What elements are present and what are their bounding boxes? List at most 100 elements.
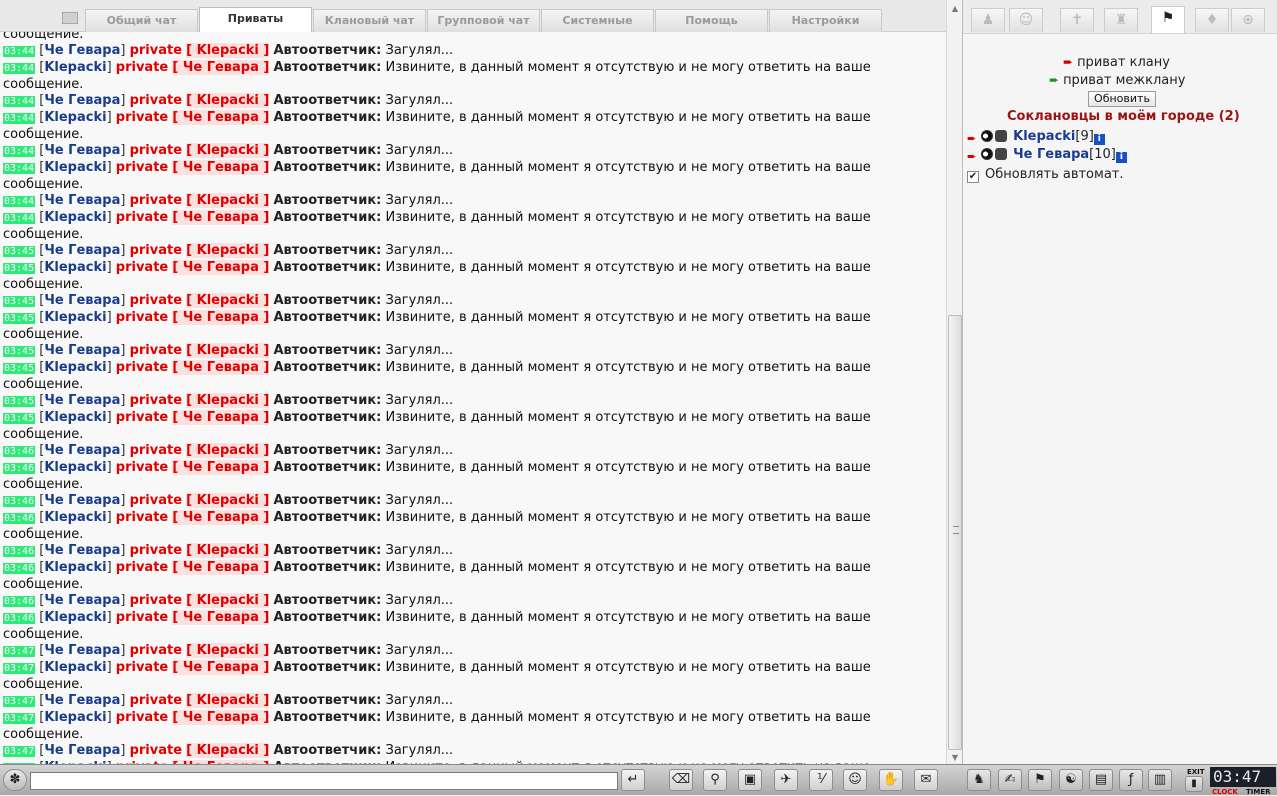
- door-icon[interactable]: ▥: [1148, 769, 1172, 791]
- recipient-tag[interactable]: [ Че Гевара ]: [172, 310, 270, 325]
- recipient-tag[interactable]: [ Klepacki ]: [186, 293, 270, 308]
- private-label[interactable]: private: [116, 310, 168, 325]
- sender-nick[interactable]: Klepacki: [44, 460, 106, 475]
- scroll-icon[interactable]: ✍: [998, 769, 1022, 791]
- sender-nick[interactable]: Klepacki: [44, 110, 106, 125]
- scroll-up-icon[interactable]: ▲: [949, 3, 961, 15]
- private-label[interactable]: private: [130, 193, 182, 208]
- private-label[interactable]: private: [116, 160, 168, 175]
- sender-nick[interactable]: Че Гевара: [44, 293, 120, 308]
- recipient-tag[interactable]: [ Klepacki ]: [186, 393, 270, 408]
- recipient-nick[interactable]: Че Гевара: [183, 660, 259, 675]
- send-icon[interactable]: ↵: [621, 769, 645, 791]
- recipient-nick[interactable]: Че Гевара: [183, 710, 259, 725]
- private-label[interactable]: private: [130, 43, 182, 58]
- recipient-nick[interactable]: Klepacki: [197, 393, 259, 408]
- recipient-tag[interactable]: [ Klepacki ]: [186, 643, 270, 658]
- recipient-tag[interactable]: [ Че Гевара ]: [172, 210, 270, 225]
- cross-icon[interactable]: ✝: [1060, 8, 1094, 32]
- recipient-tag[interactable]: [ Klepacki ]: [186, 593, 270, 608]
- sender-nick[interactable]: Klepacki: [44, 610, 106, 625]
- lock-icon[interactable]: ▤: [1089, 769, 1113, 791]
- sender-nick[interactable]: Klepacki: [44, 710, 106, 725]
- sender-nick[interactable]: Че Гевара: [44, 393, 120, 408]
- sender-nick[interactable]: Че Гевара: [44, 193, 120, 208]
- recipient-tag[interactable]: [ Klepacki ]: [186, 193, 270, 208]
- eraser-icon[interactable]: ⌫: [669, 769, 693, 791]
- person-icon[interactable]: ♟: [971, 8, 1005, 32]
- private-label[interactable]: private: [130, 343, 182, 358]
- recipient-tag[interactable]: [ Klepacki ]: [186, 693, 270, 708]
- recipient-nick[interactable]: Klepacki: [197, 43, 259, 58]
- sender-nick[interactable]: Че Гевара: [44, 493, 120, 508]
- globe-icon[interactable]: ⊕: [1231, 8, 1265, 32]
- recipient-nick[interactable]: Че Гевара: [183, 260, 259, 275]
- private-label[interactable]: private: [130, 743, 182, 758]
- tab-toggle-icon[interactable]: [62, 12, 78, 24]
- tab-privates[interactable]: Приваты: [199, 7, 312, 33]
- sender-nick[interactable]: Klepacki: [44, 410, 106, 425]
- recipient-nick[interactable]: Klepacki: [197, 293, 259, 308]
- recipient-nick[interactable]: Klepacki: [197, 93, 259, 108]
- recipient-tag[interactable]: [ Че Гевара ]: [172, 410, 270, 425]
- sender-nick[interactable]: Klepacki: [44, 510, 106, 525]
- sender-nick[interactable]: Klepacki: [44, 310, 106, 325]
- paw-icon[interactable]: ✽: [3, 769, 27, 791]
- private-label[interactable]: private: [130, 393, 182, 408]
- private-label[interactable]: private: [130, 93, 182, 108]
- private-label[interactable]: private: [130, 143, 182, 158]
- info-icon[interactable]: i: [1115, 152, 1127, 163]
- sender-nick[interactable]: Че Гевара: [44, 443, 120, 458]
- private-label[interactable]: private: [116, 260, 168, 275]
- private-clan-link[interactable]: ➨ приват клану: [1063, 55, 1170, 70]
- private-label[interactable]: private: [116, 510, 168, 525]
- private-label[interactable]: private: [130, 643, 182, 658]
- tab-help[interactable]: Помощь: [655, 9, 768, 32]
- recipient-tag[interactable]: [ Че Гевара ]: [172, 360, 270, 375]
- member-name[interactable]: Че Гевара: [1013, 147, 1089, 162]
- private-label[interactable]: private: [116, 660, 168, 675]
- smiley-icon[interactable]: ☺: [843, 769, 867, 791]
- sender-nick[interactable]: Klepacki: [44, 260, 106, 275]
- recipient-tag[interactable]: [ Че Гевара ]: [172, 610, 270, 625]
- recipient-nick[interactable]: Че Гевара: [183, 310, 259, 325]
- private-label[interactable]: private: [130, 543, 182, 558]
- recipient-tag[interactable]: [ Klepacki ]: [186, 443, 270, 458]
- recipient-tag[interactable]: [ Че Гевара ]: [172, 110, 270, 125]
- recipient-nick[interactable]: Klepacki: [197, 143, 259, 158]
- flag-icon[interactable]: ⚑: [1151, 6, 1185, 33]
- save-icon[interactable]: ▣: [738, 769, 762, 791]
- flag-icon[interactable]: ⚑: [1028, 769, 1052, 791]
- tab-general-chat[interactable]: Общий чат: [85, 9, 198, 32]
- recipient-nick[interactable]: Че Гевара: [183, 510, 259, 525]
- sender-nick[interactable]: Че Гевара: [44, 543, 120, 558]
- recipient-nick[interactable]: Klepacki: [197, 493, 259, 508]
- recipient-tag[interactable]: [ Klepacki ]: [186, 743, 270, 758]
- sender-nick[interactable]: Че Гевара: [44, 243, 120, 258]
- private-label[interactable]: private: [130, 593, 182, 608]
- sender-nick[interactable]: Че Гевара: [44, 743, 120, 758]
- sender-nick[interactable]: Че Гевара: [44, 343, 120, 358]
- runner-icon[interactable]: ✈: [774, 769, 798, 791]
- recipient-nick[interactable]: Klepacki: [197, 343, 259, 358]
- recipient-tag[interactable]: [ Че Гевара ]: [172, 510, 270, 525]
- recipient-nick[interactable]: Klepacki: [197, 443, 259, 458]
- sender-nick[interactable]: Че Гевара: [44, 93, 120, 108]
- recipient-tag[interactable]: [ Klepacki ]: [186, 343, 270, 358]
- recipient-nick[interactable]: Че Гевара: [183, 160, 259, 175]
- hand-icon[interactable]: ✋: [879, 769, 903, 791]
- recipient-nick[interactable]: Klepacki: [197, 643, 259, 658]
- sender-nick[interactable]: Klepacki: [44, 60, 106, 75]
- recipient-nick[interactable]: Че Гевара: [183, 610, 259, 625]
- chat-input[interactable]: [30, 772, 618, 790]
- private-arrow-icon[interactable]: ➨: [967, 150, 979, 163]
- sender-nick[interactable]: Klepacki: [44, 560, 106, 575]
- auto-refresh-checkbox[interactable]: ✔: [967, 171, 979, 183]
- private-label[interactable]: private: [130, 493, 182, 508]
- info-icon[interactable]: i: [1093, 134, 1105, 145]
- private-label[interactable]: private: [116, 410, 168, 425]
- yin-yang-icon[interactable]: ☯: [1059, 769, 1083, 791]
- private-label[interactable]: private: [116, 560, 168, 575]
- recipient-tag[interactable]: [ Че Гевара ]: [172, 560, 270, 575]
- sender-nick[interactable]: Че Гевара: [44, 643, 120, 658]
